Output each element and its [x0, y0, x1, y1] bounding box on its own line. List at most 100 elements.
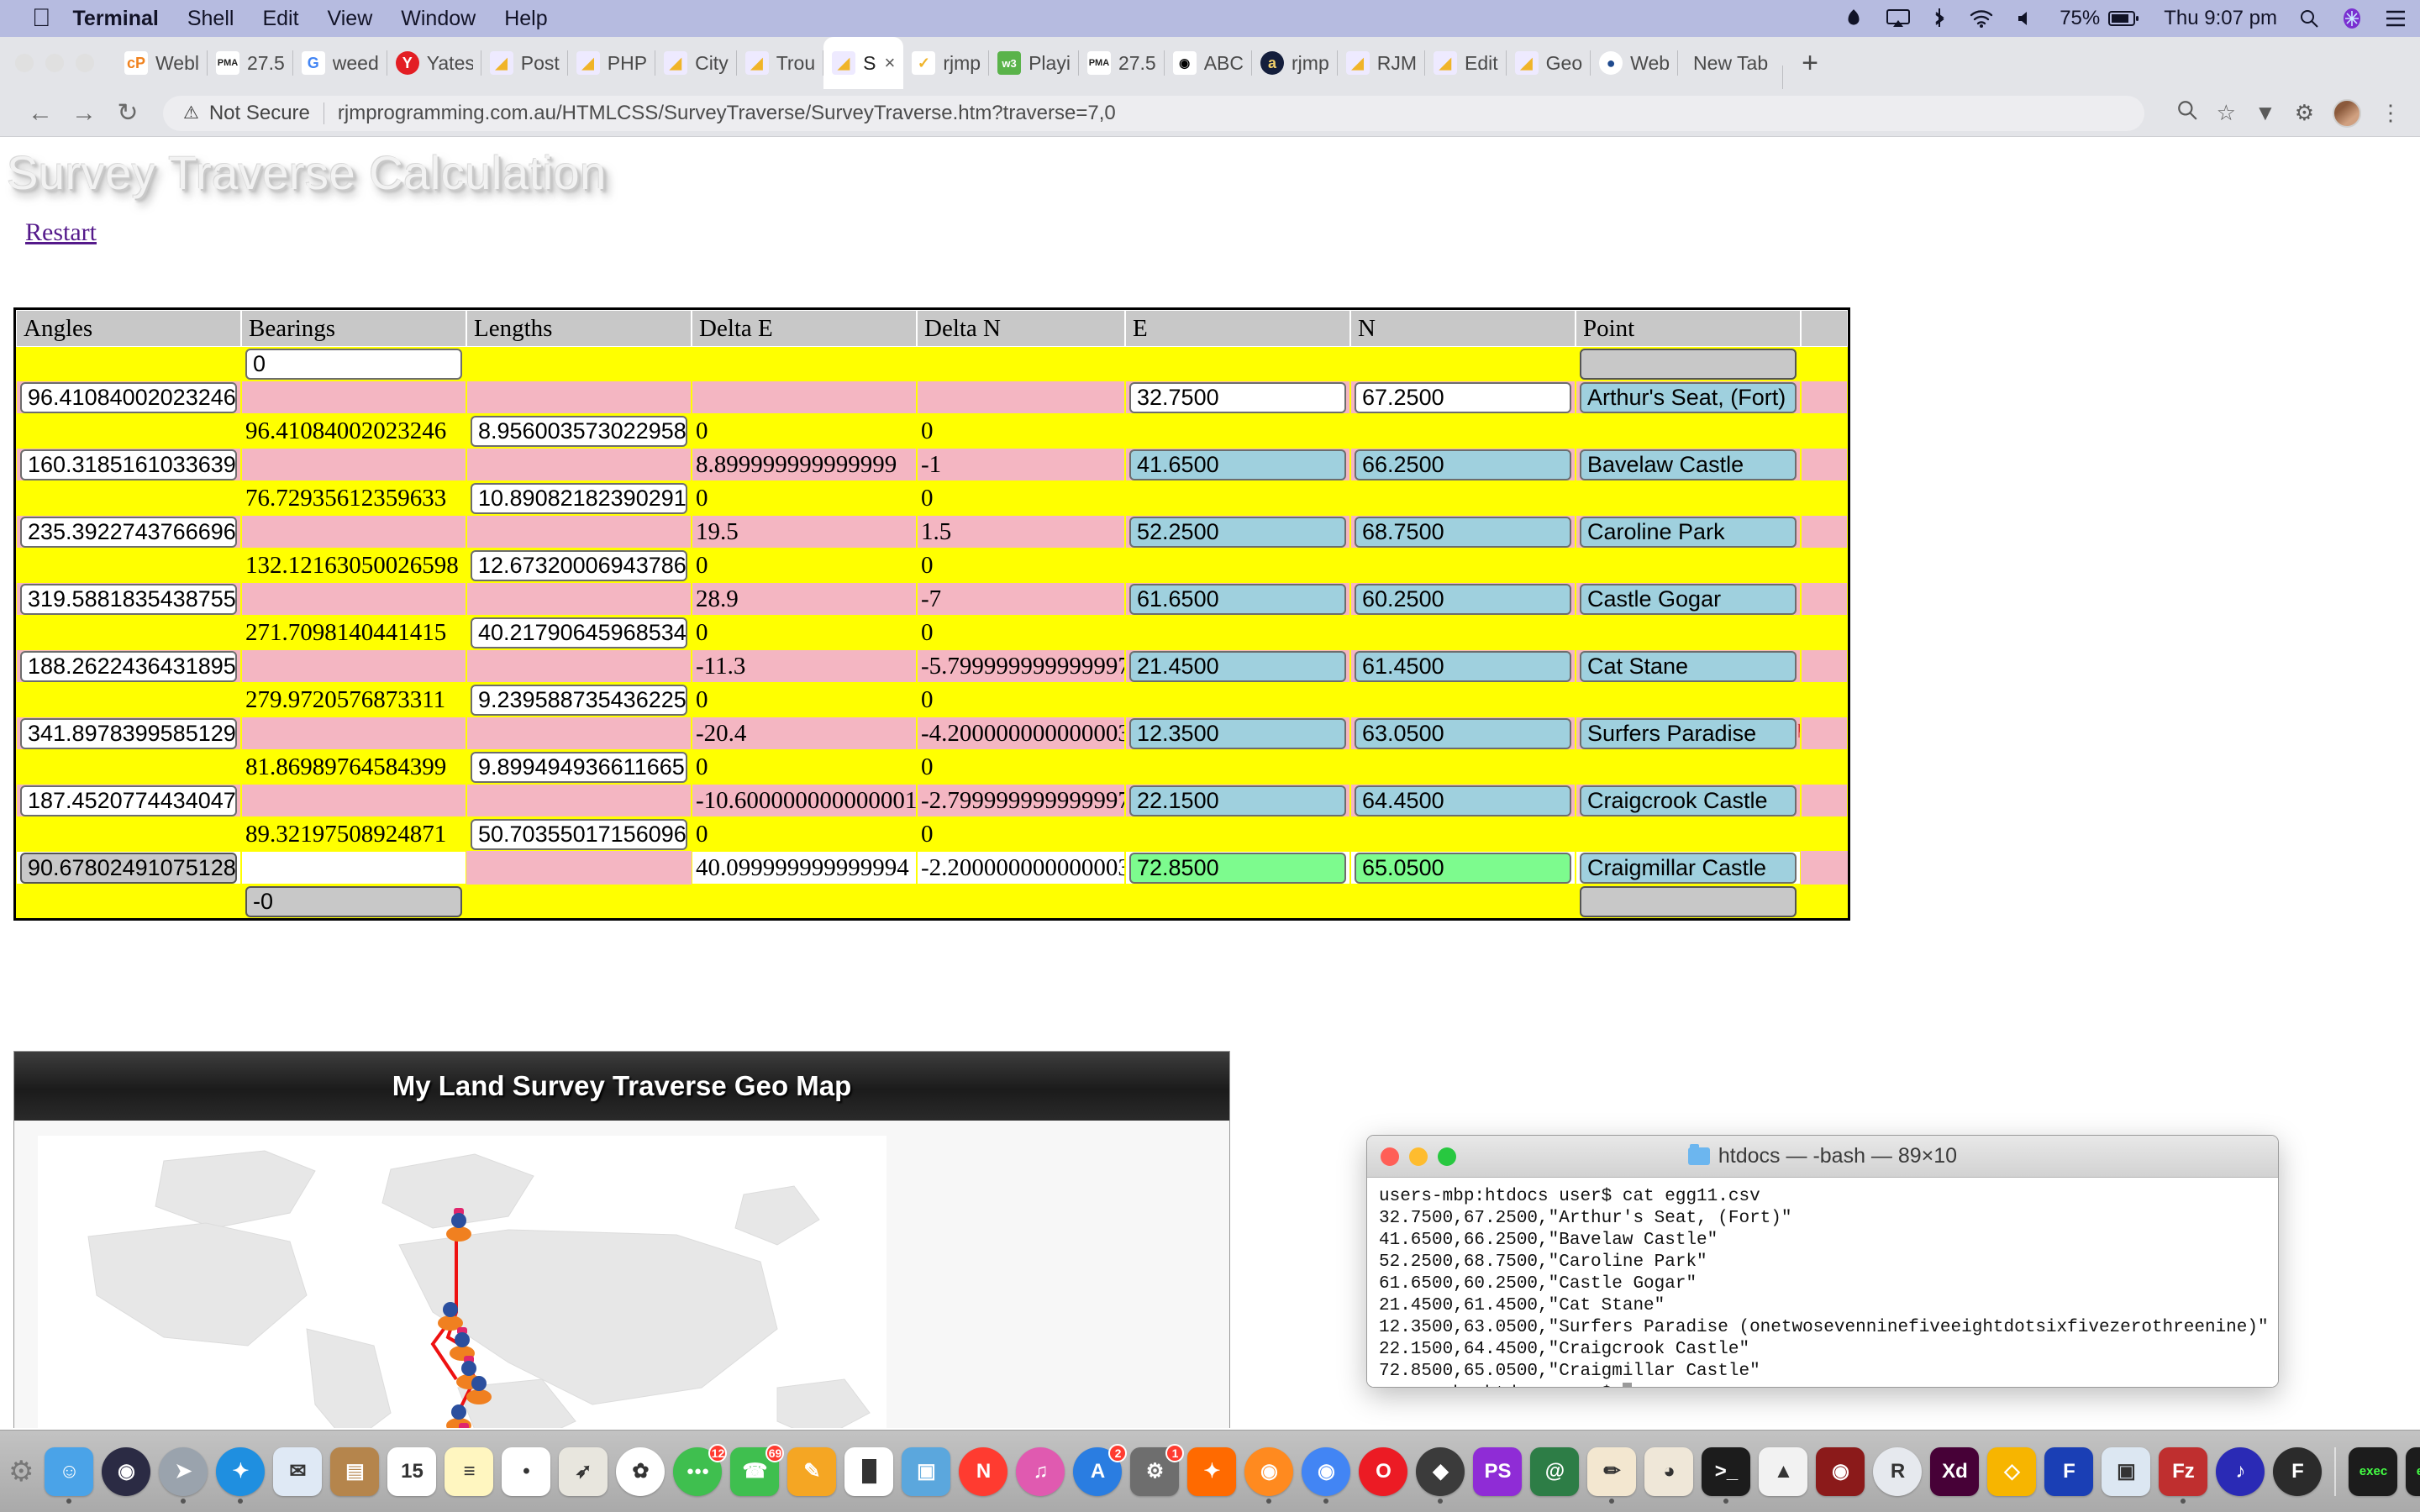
e-input[interactable]: 12.3500 — [1129, 717, 1346, 749]
point-input[interactable]: Surfers Paradise — [1580, 717, 1797, 749]
point-input[interactable]: Bavelaw Castle — [1580, 449, 1797, 480]
point-input[interactable] — [1580, 348, 1797, 380]
tab-geo[interactable]: ◢ Geo — [1507, 37, 1591, 89]
length-input[interactable]: 40.217906459685345 — [471, 617, 687, 648]
mail-icon[interactable]: ✉ — [273, 1446, 323, 1496]
tab-post[interactable]: ◢ Post — [481, 37, 568, 89]
profile-avatar-icon[interactable] — [2333, 98, 2361, 128]
siri-icon[interactable]: ◉ — [102, 1446, 151, 1496]
e-input[interactable]: 21.4500 — [1129, 650, 1346, 682]
length-input[interactable]: 12.673200069437867 — [471, 549, 687, 581]
reload-icon[interactable]: ↻ — [106, 98, 150, 128]
battery-icon[interactable] — [2108, 10, 2139, 27]
tab-playi[interactable]: w3 Playi — [989, 37, 1079, 89]
n-input[interactable]: 67.2500 — [1355, 381, 1571, 413]
tab-php[interactable]: ◢ PHP — [568, 37, 656, 89]
e-input[interactable]: 41.6500 — [1129, 449, 1346, 480]
n-input[interactable]: 63.0500 — [1355, 717, 1571, 749]
angle-input[interactable]: 187.45207744340473 — [20, 785, 237, 816]
tab-yates[interactable]: Y Yates — [387, 37, 481, 89]
world-map-image[interactable] — [38, 1136, 886, 1428]
appstore-icon[interactable]: A2 — [1073, 1443, 1128, 1496]
gear-icon[interactable]: ⚙ — [8, 1454, 34, 1489]
map-pin-marker[interactable] — [446, 1208, 471, 1242]
window-traffic-lights[interactable] — [15, 54, 94, 72]
tab-webl[interactable]: cP Webl — [116, 37, 208, 89]
angle-input[interactable]: 341.8978399585129 — [20, 717, 237, 749]
point-input[interactable]: Cat Stane — [1580, 650, 1797, 682]
tab-rjmp-2[interactable]: a rjmp — [1252, 37, 1338, 89]
close-icon[interactable]: × — [885, 52, 896, 74]
terminal-window[interactable]: htdocs — -bash — 89×10 users-mbp:htdocs … — [1366, 1135, 2279, 1388]
terminal-icon[interactable]: >_ — [1702, 1446, 1751, 1504]
map-pin-marker[interactable] — [466, 1376, 492, 1404]
messages-icon[interactable]: ●●● 12 — [673, 1443, 728, 1496]
maps-icon[interactable]: ➶ — [559, 1446, 608, 1496]
opera-icon[interactable]: O — [1359, 1446, 1408, 1496]
length-input[interactable]: 50.70355017156096 — [471, 818, 687, 850]
dreamweaver-icon[interactable]: @ — [1530, 1446, 1580, 1496]
tab-edit[interactable]: ◢ Edit — [1425, 37, 1507, 89]
tab-trou[interactable]: ◢ Trou — [737, 37, 824, 89]
menu-item-window[interactable]: Window — [401, 7, 476, 31]
airplay-icon[interactable] — [1886, 8, 1911, 29]
point-input[interactable]: Craigcrook Castle — [1580, 785, 1797, 816]
e-input[interactable]: 32.7500 — [1129, 381, 1346, 413]
safari-icon[interactable]: ✦ — [216, 1446, 266, 1504]
gimp-icon[interactable]: ◕ — [1644, 1446, 1694, 1496]
menu-item-shell[interactable]: Shell — [187, 7, 234, 31]
keynote-icon[interactable]: ▣ — [902, 1446, 951, 1496]
terminal-output[interactable]: users-mbp:htdocs user$ cat egg11.csv 32.7… — [1367, 1178, 2278, 1387]
restart-link[interactable]: Restart — [25, 218, 97, 247]
tab-weed[interactable]: Gweed — [293, 37, 387, 89]
e-input[interactable]: 52.2500 — [1129, 516, 1346, 548]
angle-input[interactable]: 90.67802491075128 — [20, 852, 237, 884]
itunes-icon[interactable]: ♫ — [1016, 1446, 1065, 1496]
photoshop-icon[interactable]: PS — [1473, 1446, 1523, 1496]
siri-icon[interactable] — [2341, 8, 2363, 29]
news-icon[interactable]: N — [959, 1446, 1008, 1496]
calendar-icon[interactable]: 15 — [387, 1446, 437, 1496]
pages-icon[interactable]: ✎ — [787, 1446, 837, 1496]
geo-map-canvas[interactable] — [14, 1121, 1229, 1428]
exec2-icon[interactable]: exec — [2406, 1446, 2420, 1496]
chrome-icon[interactable]: ◉ — [1302, 1446, 1351, 1504]
control-center-icon[interactable] — [2385, 9, 2407, 28]
volume-icon[interactable] — [2016, 9, 2034, 28]
filezilla-icon[interactable]: Fz — [2159, 1446, 2208, 1504]
preview-icon[interactable]: ▣ — [2102, 1446, 2151, 1496]
menu-item-view[interactable]: View — [328, 7, 373, 31]
dvd-player-icon[interactable]: ◉ — [1816, 1446, 1865, 1496]
map-pin-marker[interactable] — [438, 1302, 463, 1331]
tab-survey-traverse-active[interactable]: ◢ S × — [823, 37, 904, 89]
audacity-icon[interactable]: ♪ — [2216, 1446, 2265, 1496]
n-input[interactable]: 64.4500 — [1355, 785, 1571, 816]
angle-input[interactable]: 188.26224364318955 — [20, 650, 237, 682]
bluetooth-icon[interactable] — [1932, 8, 1947, 29]
r-icon[interactable]: R — [1873, 1446, 1923, 1496]
point-input[interactable]: Caroline Park — [1580, 516, 1797, 548]
length-input[interactable]: 9.239588735436225 — [471, 684, 687, 716]
tab-phpmyadmin-1[interactable]: PMA 27.5 — [208, 37, 293, 89]
malwarebytes-icon[interactable] — [1843, 8, 1865, 29]
numbers-icon[interactable]: █ — [844, 1446, 894, 1496]
search-icon[interactable] — [2299, 8, 2319, 29]
launchpad-icon[interactable]: ➤ — [159, 1446, 208, 1504]
address-bar[interactable]: ⚠ Not Secure rjmprogramming.com.au/HTMLC… — [163, 95, 2144, 131]
tab-abc[interactable]: ◉ ABC — [1165, 37, 1253, 89]
n-input[interactable]: 66.2500 — [1355, 449, 1571, 480]
paint-icon[interactable]: ✏ — [1587, 1446, 1637, 1504]
star-icon[interactable]: ☆ — [2217, 100, 2236, 126]
bearing-input[interactable]: 0 — [245, 348, 462, 380]
length-input[interactable]: 8.956003573022958 — [471, 415, 687, 447]
v-extension-icon[interactable]: ▼ — [2254, 100, 2276, 126]
reminders-icon[interactable]: • — [502, 1446, 551, 1496]
n-input[interactable]: 60.2500 — [1355, 583, 1571, 615]
kebab-menu-icon[interactable]: ⋮ — [2380, 100, 2402, 126]
menu-item-terminal[interactable]: Terminal — [73, 7, 159, 31]
tab-web[interactable]: ● Web — [1591, 37, 1678, 89]
angle-input[interactable]: 96.41084002023246 — [20, 381, 237, 413]
tab-city[interactable]: ◢ City — [655, 37, 737, 89]
new-tab-label-button[interactable]: New Tab — [1678, 52, 1784, 89]
adobe-xd-icon[interactable]: Xd — [1930, 1446, 1980, 1496]
